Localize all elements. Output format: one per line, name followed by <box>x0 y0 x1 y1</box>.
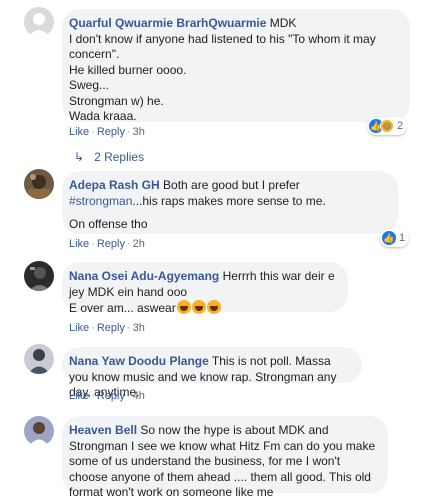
reply-link[interactable]: Reply <box>97 238 125 250</box>
comment-actions: Like · Reply · 3h <box>69 322 145 334</box>
reaction-count: 1 <box>399 232 406 244</box>
reaction-summary[interactable]: 👍 😆 2 <box>367 117 408 135</box>
like-link[interactable]: Like <box>69 390 89 402</box>
comment-bubble: Nana Osei Adu-Agyemang Herrrh this war d… <box>62 262 348 315</box>
comment-author[interactable]: Quarful Qwuarmie BrarhQwuarmie <box>69 16 266 30</box>
comment-time[interactable]: 2h <box>133 238 145 250</box>
avatar[interactable] <box>24 344 54 374</box>
haha-icon: 😆 <box>380 119 394 133</box>
comment-actions: Like · Reply · 4h <box>69 390 145 402</box>
reply-link[interactable]: Reply <box>97 390 125 402</box>
reply-link[interactable]: Reply <box>97 126 125 138</box>
comment-author[interactable]: Adepa Rash GH <box>69 178 160 192</box>
reaction-count: 2 <box>397 120 404 132</box>
reply-link[interactable]: Reply <box>97 322 125 334</box>
comment-bubble: Adepa Rash GH Both are good but I prefer… <box>62 171 398 234</box>
comment-author[interactable]: Nana Yaw Doodu Plange <box>69 354 209 368</box>
comment-actions: Like · Reply · 3h <box>69 126 145 138</box>
laughing-emoji <box>176 300 191 314</box>
comment-bubble: Nana Yaw Doodu Plange This is not poll. … <box>62 347 362 399</box>
comment-text: On offense tho <box>69 217 148 231</box>
laughing-emoji <box>191 300 206 314</box>
comment-bubble: Heaven Bell So now the hype is about MDK… <box>62 416 388 499</box>
view-replies-link[interactable]: ↳ 2 Replies <box>74 150 144 164</box>
comment-actions: Like · Reply · 2h <box>69 238 145 250</box>
like-link[interactable]: Like <box>69 238 89 250</box>
like-link[interactable]: Like <box>69 322 89 334</box>
comment-time[interactable]: 3h <box>133 126 145 138</box>
laughing-emoji <box>206 300 221 314</box>
avatar[interactable] <box>24 169 54 199</box>
comment-text: Both are good but I prefer <box>159 178 300 192</box>
comment-time[interactable]: 4h <box>133 390 145 402</box>
hashtag-link[interactable]: #strongman <box>69 194 132 208</box>
like-icon: 👍 <box>382 231 396 245</box>
like-link[interactable]: Like <box>69 126 89 138</box>
avatar[interactable] <box>24 7 54 37</box>
reaction-summary[interactable]: 👍 1 <box>380 229 410 247</box>
avatar[interactable] <box>24 416 54 446</box>
reply-arrow-icon: ↳ <box>74 150 85 164</box>
avatar[interactable] <box>24 261 54 291</box>
comment-text: MDK I don't know if anyone had listened … <box>69 16 376 123</box>
comment-text: ...his raps makes more sense to me. <box>132 193 326 208</box>
comment-author[interactable]: Heaven Bell <box>69 423 137 437</box>
comment-time[interactable]: 3h <box>133 322 145 334</box>
replies-count[interactable]: 2 Replies <box>94 150 144 164</box>
comment-author[interactable]: Nana Osei Adu-Agyemang <box>69 269 219 283</box>
comment-bubble: Quarful Qwuarmie BrarhQwuarmie MDK I don… <box>62 9 410 123</box>
